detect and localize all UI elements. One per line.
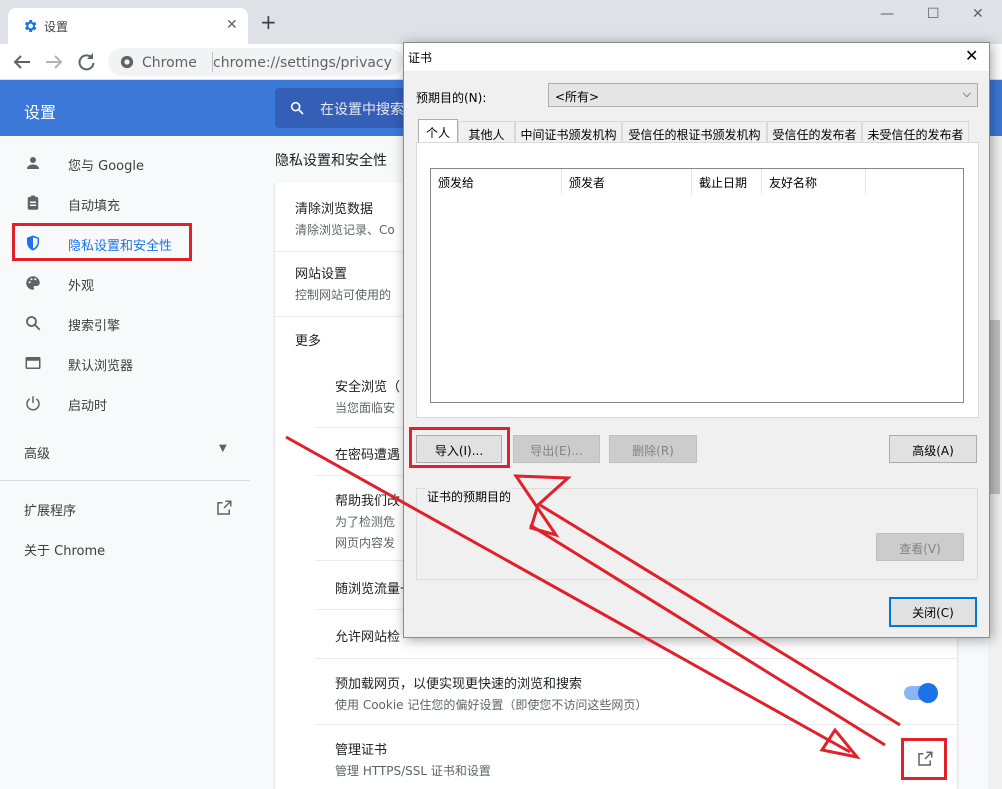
preload-toggle[interactable] <box>904 683 938 703</box>
manage-certificates-row[interactable]: 管理证书 管理 HTTPS/SSL 证书和设置 <box>335 739 995 779</box>
palette-icon <box>26 276 40 290</box>
page-title: 隐私设置和安全性 <box>275 153 387 169</box>
close-button[interactable]: 关闭(C) <box>889 597 977 627</box>
row-title: 预加载网页，以便实现更快速的浏览和搜索 <box>335 677 583 692</box>
search-icon <box>26 316 41 331</box>
open-external-icon <box>217 500 232 515</box>
tab-trusted-publishers[interactable]: 受信任的发布者 <box>767 121 862 143</box>
sidebar-item-about[interactable]: 关于 Chrome <box>0 528 250 568</box>
sidebar-about-label: 关于 Chrome <box>24 544 106 559</box>
purposes-groupbox: 证书的预期目的 查看(V) <box>416 488 978 580</box>
chrome-icon <box>120 55 134 69</box>
sidebar-item-on-startup[interactable]: 启动时 <box>0 383 250 423</box>
window-close-icon[interactable]: ✕ <box>972 6 984 22</box>
purpose-select-value: <所有> <box>555 90 600 104</box>
sidebar-item-you-and-google[interactable]: 您与 Google <box>0 143 250 183</box>
group-label: 证书的预期目的 <box>425 488 514 505</box>
sidebar-item-label: 您与 Google <box>68 159 144 174</box>
export-button[interactable]: 导出(E)... <box>513 435 600 463</box>
maximize-icon[interactable]: ☐ <box>927 6 940 22</box>
column-header-expiration[interactable]: 截止日期 <box>692 169 762 195</box>
person-icon <box>27 157 39 169</box>
sidebar-item-label: 搜索引擎 <box>68 319 121 334</box>
row-subtitle: 使用 Cookie 记住您的偏好设置（即使您不访问这些网页） <box>335 698 648 712</box>
remove-button[interactable]: 删除(R) <box>609 435 697 463</box>
new-tab-icon[interactable]: + <box>260 12 277 32</box>
scrollbar-thumb[interactable] <box>990 320 1000 494</box>
annotation-box-cert-link <box>901 738 947 780</box>
column-header-friendly-name[interactable]: 友好名称 <box>762 169 866 195</box>
sidebar-advanced-label: 高级 <box>24 447 51 462</box>
sidebar-item-default-browser[interactable]: 默认浏览器 <box>0 343 250 383</box>
browser-icon <box>25 357 41 369</box>
back-icon[interactable] <box>10 50 34 74</box>
sidebar-item-search-engine[interactable]: 搜索引擎 <box>0 303 250 343</box>
certificate-dialog: 证书 ✕ 预期目的(N): <所有> ⌵ 个人 其他人 中间证书颁发机构 受信任… <box>403 42 990 638</box>
sidebar-item-extensions[interactable]: 扩展程序 <box>0 488 250 528</box>
row-title: 管理证书 <box>335 743 388 758</box>
sidebar-item-appearance[interactable]: 外观 <box>0 263 250 303</box>
search-icon <box>290 101 304 115</box>
preload-row[interactable]: 预加载网页，以便实现更快速的浏览和搜索 使用 Cookie 记住您的偏好设置（即… <box>335 673 995 713</box>
browser-titlebar: 设置 ✕ + — ☐ ✕ <box>0 0 1002 44</box>
browser-tab[interactable]: 设置 ✕ <box>8 8 248 44</box>
minimize-icon[interactable]: — <box>880 6 894 22</box>
sidebar-item-label: 自动填充 <box>68 199 121 214</box>
reload-icon[interactable] <box>74 50 98 74</box>
search-placeholder: 在设置中搜索 <box>320 102 404 118</box>
view-button[interactable]: 查看(V) <box>876 533 964 561</box>
chevron-down-icon: ▼ <box>219 443 227 454</box>
tab-personal[interactable]: 个人 <box>418 119 458 143</box>
clipboard-icon <box>27 195 39 210</box>
sidebar-item-label: 外观 <box>68 279 95 294</box>
tab-intermediate-ca[interactable]: 中间证书颁发机构 <box>515 121 622 143</box>
address-url: chrome://settings/privacy <box>213 55 392 71</box>
close-icon[interactable]: ✕ <box>965 46 978 65</box>
certificate-tabs: 个人 其他人 中间证书颁发机构 受信任的根证书颁发机构 受信任的发布者 未受信任… <box>416 119 979 143</box>
purpose-label: 预期目的(N): <box>416 91 487 105</box>
purpose-select[interactable]: <所有> ⌵ <box>548 83 978 107</box>
sidebar-item-autofill[interactable]: 自动填充 <box>0 183 250 223</box>
column-header-issued-by[interactable]: 颁发者 <box>562 169 692 195</box>
gear-icon <box>24 20 37 32</box>
power-icon <box>26 396 40 411</box>
sidebar-item-label: 默认浏览器 <box>68 359 134 374</box>
annotation-box-privacy <box>12 223 192 261</box>
chevron-down-icon: ⌵ <box>962 87 971 100</box>
sidebar-item-label: 启动时 <box>68 399 108 414</box>
divider <box>315 724 957 725</box>
divider <box>315 658 957 659</box>
sidebar-extensions-label: 扩展程序 <box>24 504 77 519</box>
settings-search-input[interactable]: 在设置中搜索 <box>275 88 405 128</box>
tab-other-people[interactable]: 其他人 <box>458 121 515 143</box>
column-header-issued-to[interactable]: 颁发给 <box>431 169 562 195</box>
tab-trusted-root-ca[interactable]: 受信任的根证书颁发机构 <box>622 121 767 143</box>
address-bar[interactable]: Chrome chrome://settings/privacy <box>108 48 403 76</box>
tab-close-icon[interactable]: ✕ <box>226 17 238 33</box>
certificate-list[interactable]: 颁发给 颁发者 截止日期 友好名称 <box>430 168 964 403</box>
dialog-title: 证书 <box>408 51 433 65</box>
row-subtitle: 管理 HTTPS/SSL 证书和设置 <box>335 764 491 778</box>
sidebar-item-advanced[interactable]: 高级 ▼ <box>0 431 250 471</box>
dialog-titlebar: 证书 ✕ <box>404 43 989 71</box>
forward-icon[interactable] <box>42 50 66 74</box>
tab-untrusted-publishers[interactable]: 未受信任的发布者 <box>862 121 969 143</box>
tab-panel: 颁发给 颁发者 截止日期 友好名称 <box>416 142 979 418</box>
settings-title: 设置 <box>24 103 57 122</box>
advanced-button[interactable]: 高级(A) <box>889 435 977 463</box>
annotation-box-import <box>409 427 510 468</box>
tab-title: 设置 <box>44 20 69 34</box>
sidebar-divider <box>0 480 250 481</box>
address-scheme: Chrome <box>142 55 197 71</box>
